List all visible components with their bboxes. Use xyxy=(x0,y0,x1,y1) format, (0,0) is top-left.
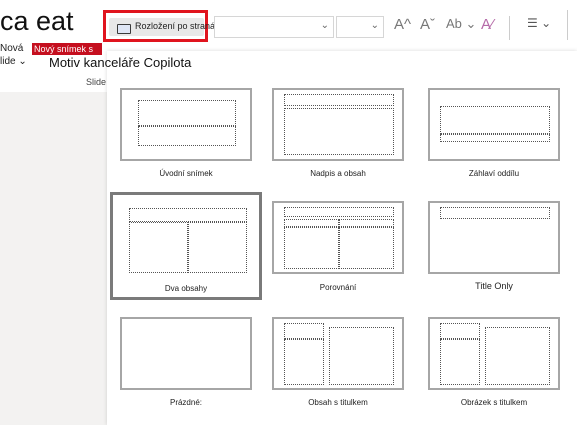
content-placeholder xyxy=(329,327,394,385)
layout-caption: Nadpis a obsah xyxy=(310,169,366,178)
title-placeholder xyxy=(284,323,324,339)
title-placeholder xyxy=(284,207,394,217)
layout-thumb-title-only[interactable] xyxy=(428,201,560,274)
layout-thumb-comparison[interactable] xyxy=(272,201,404,274)
layout-thumb-content-caption[interactable] xyxy=(272,317,404,390)
chevron-down-icon: ⌄ xyxy=(320,20,329,31)
new-slide-dropdown[interactable]: lide ⌄ xyxy=(0,56,27,67)
layout-thumb-picture-caption[interactable] xyxy=(428,317,560,390)
font-size-select[interactable]: ⌄ xyxy=(336,16,384,38)
layout-button[interactable]: Rozložení po stranách ▾e xyxy=(103,10,237,42)
layout-thumb-title-slide[interactable] xyxy=(120,88,252,161)
picture-placeholder xyxy=(485,327,550,385)
layout-thumb-section-header[interactable] xyxy=(428,88,560,161)
layout-caption: Obrázek s titulkem xyxy=(460,398,528,407)
layout-thumb-blank[interactable] xyxy=(120,317,252,390)
layout-caption: Záhlaví oddílu xyxy=(468,169,520,178)
content-placeholder xyxy=(284,108,394,155)
text-placeholder xyxy=(440,339,480,385)
theme-name: Motiv kanceláře Copilota xyxy=(49,55,192,70)
grow-font-icon[interactable]: A^ xyxy=(394,16,411,33)
change-case-icon[interactable]: Ab ⌄ xyxy=(446,16,476,32)
clear-formatting-icon[interactable]: A⁄ xyxy=(481,16,494,33)
title-placeholder xyxy=(284,94,394,106)
title-placeholder xyxy=(129,208,247,222)
content-right-placeholder xyxy=(339,227,394,269)
title-placeholder xyxy=(138,100,236,126)
shrink-font-icon[interactable]: Aˇ xyxy=(420,16,435,33)
heading-left-placeholder xyxy=(284,219,339,227)
title-placeholder xyxy=(440,207,550,219)
subtitle-placeholder xyxy=(138,126,236,146)
content-placeholder-right xyxy=(188,222,247,273)
new-slide-tooltip: Nový snímek s xyxy=(32,43,102,55)
layout-caption: Porovnání xyxy=(319,283,357,292)
layout-caption: Title Only xyxy=(475,281,513,291)
layout-caption: Dva obsahy xyxy=(164,284,208,293)
bullets-icon[interactable]: ☰ ⌄ xyxy=(527,16,551,30)
toolbar-divider xyxy=(509,16,510,40)
heading-right-placeholder xyxy=(339,219,394,227)
partial-document-title: ca eat xyxy=(0,6,74,36)
slide-thumbnail-pane xyxy=(0,92,107,425)
font-name-select[interactable]: ⌄ xyxy=(214,16,334,38)
toolbar-divider xyxy=(567,10,568,40)
title-placeholder xyxy=(440,323,480,339)
title-placeholder xyxy=(440,106,550,134)
layout-icon xyxy=(117,24,131,34)
content-left-placeholder xyxy=(284,227,339,269)
chevron-down-icon: ⌄ xyxy=(370,20,379,31)
layout-thumb-title-content[interactable] xyxy=(272,88,404,161)
layout-caption: Obsah s titulkem xyxy=(308,398,368,407)
new-slide-button[interactable]: Nová xyxy=(0,43,23,54)
text-placeholder xyxy=(440,134,550,142)
layout-caption: Prázdné: xyxy=(169,398,203,407)
slides-group-label: Slide xyxy=(86,77,107,87)
content-placeholder-left xyxy=(129,222,188,273)
layout-caption: Úvodní snímek xyxy=(159,169,213,178)
text-placeholder xyxy=(284,339,324,385)
layout-button-body[interactable]: Rozložení po stranách ▾e xyxy=(109,18,237,36)
